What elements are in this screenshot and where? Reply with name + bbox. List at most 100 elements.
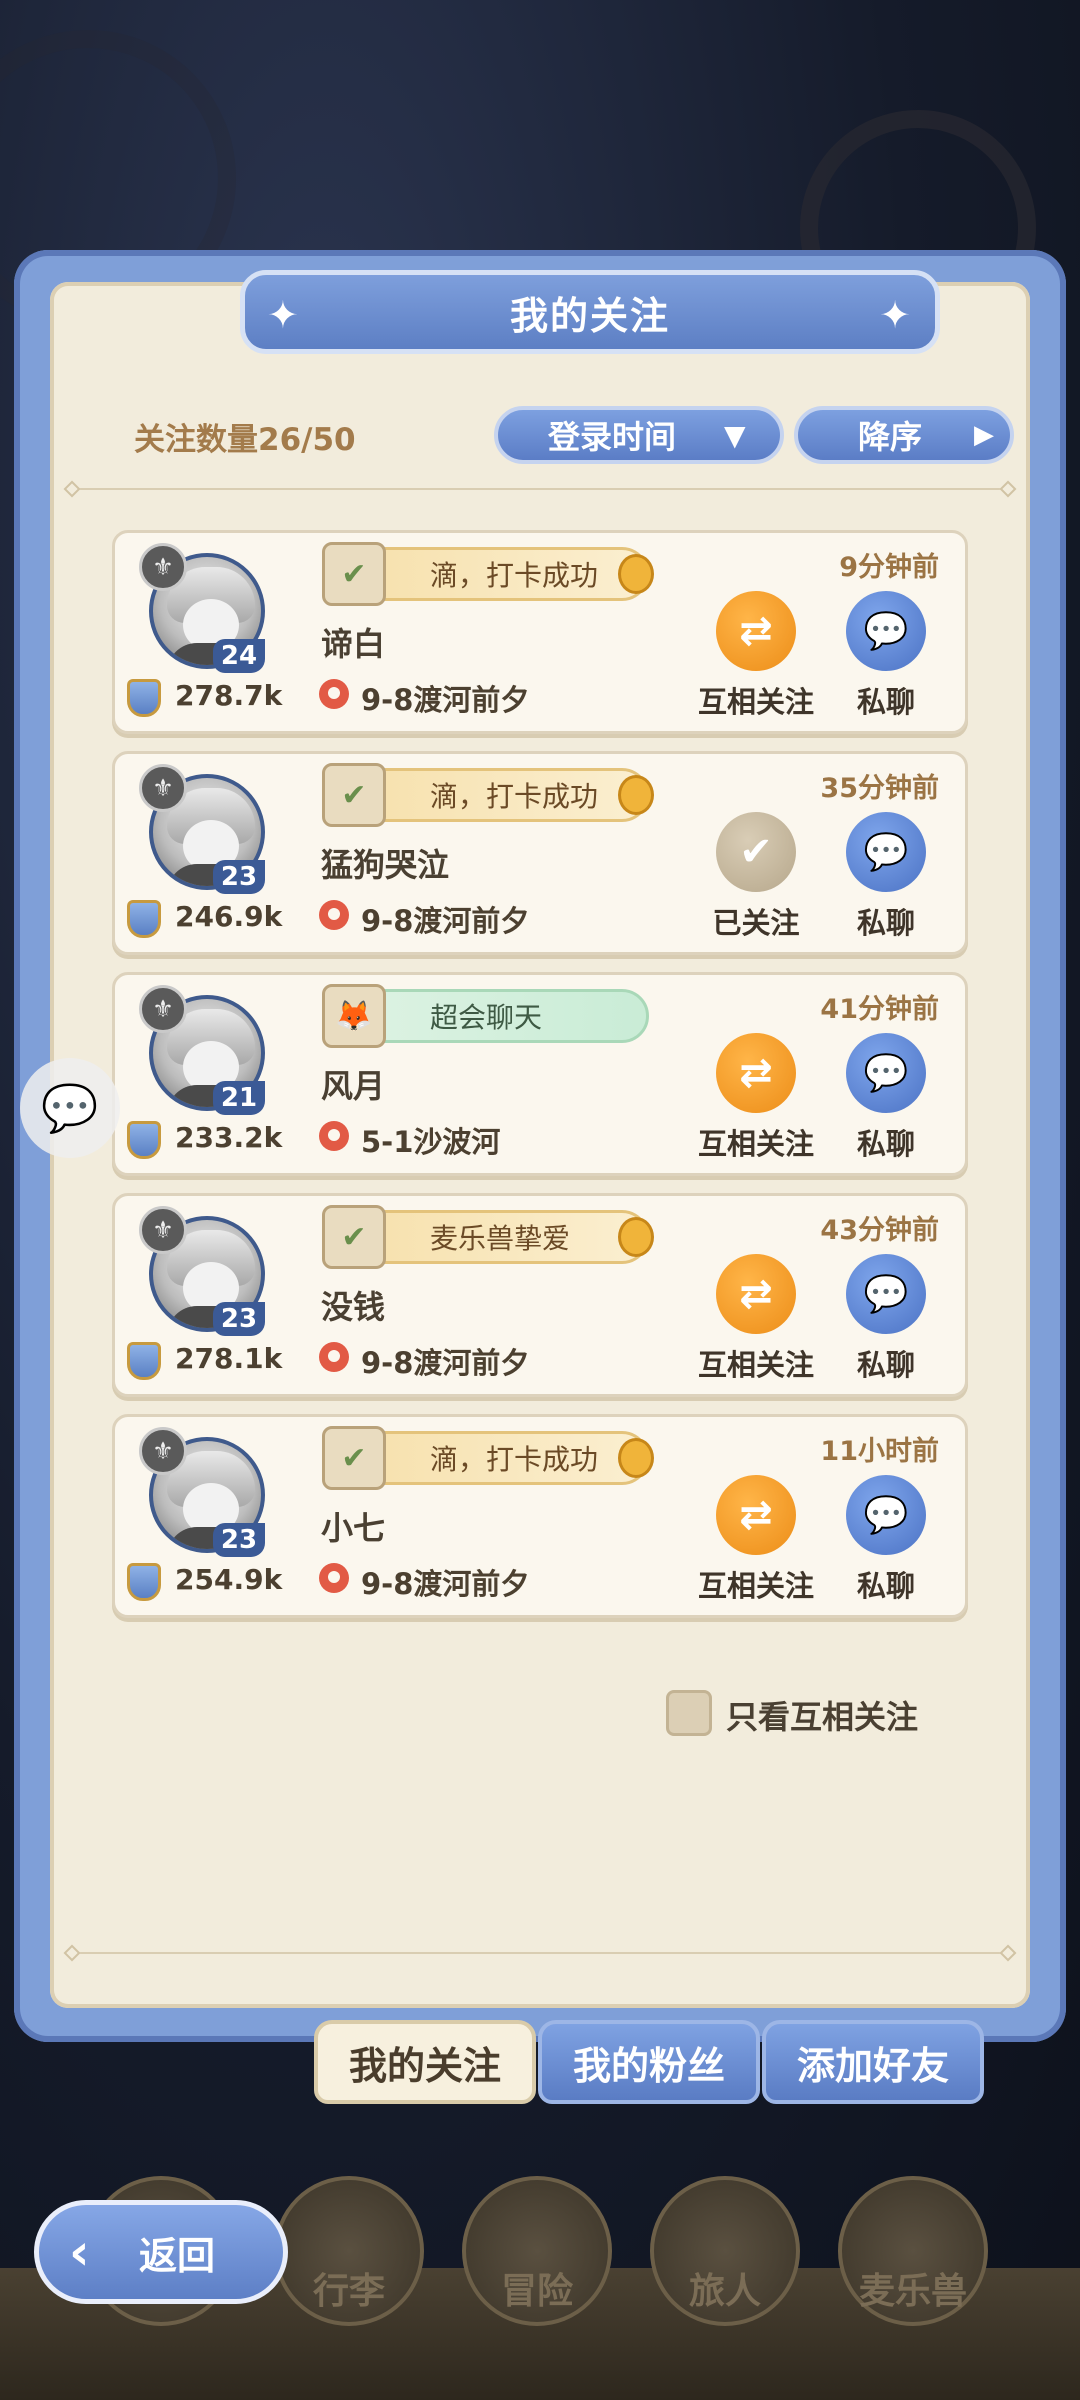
status-tag-text: 麦乐兽挚爱 [430,1222,571,1255]
private-chat-button[interactable]: 💬 [846,1475,926,1555]
avatar[interactable]: ⚜ 23 [139,764,265,894]
sparkle-icon: ✦ [267,293,301,337]
back-label: 返回 [139,2233,216,2278]
follow-panel: ✦ 我的关注 ✦ 关注数量26/50 登录时间 ▼ 降序 ▶ ⚜ 24 278.… [14,250,1066,2042]
status-tag: 🦊 超会聊天 [322,984,649,1048]
rank-emblem-icon: ⚜ [139,543,187,591]
follow-count: 关注数量26/50 [134,422,356,458]
power-value: 254.9k [175,1563,283,1596]
avatar[interactable]: ⚜ 23 [139,1427,265,1557]
swap-arrows-icon: ⇄ [739,608,773,654]
private-chat-button[interactable]: 💬 [846,1033,926,1113]
follow-status-label: 互相关注 [697,1127,814,1161]
chat-bubble-icon: 💬 [863,611,909,652]
location-pin-icon [319,1342,349,1372]
chick-icon [618,1438,654,1478]
location-pin-icon [319,679,349,709]
private-chat-button[interactable]: 💬 [846,1254,926,1334]
nav-traveler-label: 旅人 [688,2271,761,2312]
friend-location: 9-8渡河前夕 [361,904,530,938]
private-chat-button[interactable]: 💬 [846,591,926,671]
shield-icon [127,1342,161,1380]
last-login-time: 43分钟前 [820,1215,939,1246]
status-tag-text: 超会聊天 [430,1001,543,1034]
status-tag: ✔ 滴，打卡成功 [322,763,654,827]
chat-bubble-icon: 💬 [863,1495,909,1536]
mutual-only-checkbox[interactable] [666,1690,712,1736]
status-tag: ✔ 麦乐兽挚爱 [322,1205,654,1269]
friend-location: 9-8渡河前夕 [361,1567,530,1601]
power-value: 246.9k [175,900,283,933]
shield-icon [127,1563,161,1601]
last-login-time: 11小时前 [820,1436,939,1467]
rank-emblem-icon: ⚜ [139,1427,187,1475]
location-pin-icon [319,1121,349,1151]
nav-luggage-label: 行李 [312,2271,385,2312]
rank-emblem-icon: ⚜ [139,1206,187,1254]
follow-status-label: 互相关注 [697,685,814,719]
power-value: 278.1k [175,1342,283,1375]
nav-pet-label: 麦乐兽 [858,2271,967,2312]
shield-icon [127,900,161,938]
friend-card[interactable]: ⚜ 23 246.9k ✔ 滴，打卡成功 猛狗哭泣 9-8渡河前夕 35分钟前 … [112,751,968,955]
friend-location: 5-1沙波河 [361,1125,501,1159]
friend-card[interactable]: ⚜ 23 278.1k ✔ 麦乐兽挚爱 没钱 9-8渡河前夕 43分钟前 ⇄ 互… [112,1193,968,1397]
private-chat-label: 私聊 [856,1127,915,1161]
floating-chat-icon[interactable]: 💬 [20,1058,120,1158]
friend-name: 没钱 [321,1288,386,1326]
location-pin-icon [319,900,349,930]
last-login-time: 9分钟前 [839,552,939,583]
private-chat-button[interactable]: 💬 [846,812,926,892]
back-arrow-icon: ‹ [69,2223,90,2281]
chick-icon [618,775,654,815]
rank-emblem-icon: ⚜ [139,764,187,812]
location-pin-icon [319,1563,349,1593]
level-badge: 23 [213,1523,265,1557]
status-tag-text: 滴，打卡成功 [430,1443,599,1476]
dropdown-triangle-icon: ▼ [724,418,746,452]
friend-card[interactable]: ⚜ 21 233.2k 🦊 超会聊天 风月 5-1沙波河 41分钟前 ⇄ 互相关… [112,972,968,1176]
friend-location: 9-8渡河前夕 [361,1346,530,1380]
mutual-follow-button[interactable]: ⇄ [716,1475,796,1555]
level-badge: 23 [213,860,265,894]
friend-location: 9-8渡河前夕 [361,683,530,717]
calendar-check-icon: ✔ [322,1205,386,1269]
sort-order-label: 降序 [858,418,923,456]
calendar-check-icon: ✔ [322,1426,386,1490]
mutual-only-label[interactable]: 只看互相关注 [726,1692,918,1738]
avatar[interactable]: ⚜ 23 [139,1206,265,1336]
power-value: 233.2k [175,1121,283,1154]
tab-my-fans[interactable]: 我的粉丝 [538,2020,760,2104]
shield-icon [127,1121,161,1159]
follow-status-label: 互相关注 [697,1348,814,1382]
divider [72,1952,1008,1954]
sort-order-button[interactable]: 降序 ▶ [794,406,1014,464]
swap-arrows-icon: ⇄ [739,1492,773,1538]
followed-button[interactable]: ✔ [716,812,796,892]
friend-card[interactable]: ⚜ 23 254.9k ✔ 滴，打卡成功 小七 9-8渡河前夕 11小时前 ⇄ … [112,1414,968,1618]
avatar[interactable]: ⚜ 24 [139,543,265,673]
mutual-follow-button[interactable]: ⇄ [716,591,796,671]
follow-status-label: 互相关注 [697,1569,814,1603]
private-chat-label: 私聊 [856,1569,915,1603]
panel-content: ✦ 我的关注 ✦ 关注数量26/50 登录时间 ▼ 降序 ▶ ⚜ 24 278.… [50,270,1030,2008]
private-chat-label: 私聊 [856,906,915,940]
mutual-follow-button[interactable]: ⇄ [716,1254,796,1334]
back-button[interactable]: ‹ 返回 [34,2200,288,2304]
tab-add-friend[interactable]: 添加好友 [762,2020,984,2104]
status-tag: ✔ 滴，打卡成功 [322,542,654,606]
sort-field-dropdown[interactable]: 登录时间 ▼ [494,406,784,464]
sort-field-label: 登录时间 [548,418,677,456]
friend-card[interactable]: ⚜ 24 278.7k ✔ 滴，打卡成功 谛白 9-8渡河前夕 9分钟前 ⇄ 互… [112,530,968,734]
friend-name: 小七 [321,1509,386,1547]
chat-bubble-icon: 💬 [863,1274,909,1315]
level-badge: 24 [213,639,265,673]
swap-arrows-icon: ⇄ [739,1271,773,1317]
private-chat-label: 私聊 [856,685,915,719]
friend-name: 风月 [321,1067,386,1105]
tab-my-following[interactable]: 我的关注 [314,2020,536,2104]
fox-icon: 🦊 [322,984,386,1048]
avatar[interactable]: ⚜ 21 [139,985,265,1115]
shield-icon [127,679,161,717]
mutual-follow-button[interactable]: ⇄ [716,1033,796,1113]
